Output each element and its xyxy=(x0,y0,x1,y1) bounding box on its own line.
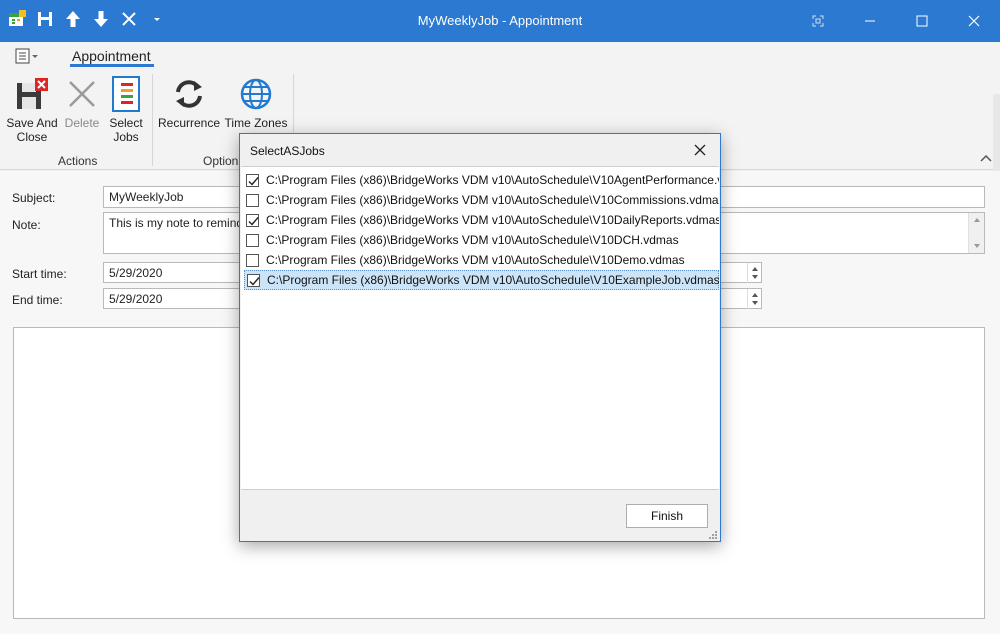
end-time-spinner[interactable] xyxy=(747,289,761,309)
tab-underline xyxy=(70,64,154,67)
fullscreen-icon[interactable] xyxy=(792,0,844,42)
save-close-icon xyxy=(15,76,49,112)
tab-appointment[interactable]: Appointment xyxy=(72,48,151,64)
select-jobs-label: Select Jobs xyxy=(109,116,143,144)
recurrence-label: Recurrence xyxy=(158,116,221,130)
note-label: Note: xyxy=(12,218,41,232)
delete-button[interactable]: Delete xyxy=(62,76,102,130)
start-time-spinner[interactable] xyxy=(747,263,761,283)
job-checkbox[interactable] xyxy=(246,193,259,207)
job-row[interactable]: C:\Program Files (x86)\BridgeWorks VDM v… xyxy=(244,190,719,210)
dialog-title: SelectASJobs xyxy=(250,144,325,158)
job-checkbox[interactable] xyxy=(247,273,260,287)
jobs-checklist[interactable]: C:\Program Files (x86)\BridgeWorks VDM v… xyxy=(241,166,719,490)
finish-button[interactable]: Finish xyxy=(626,504,708,528)
job-path: C:\Program Files (x86)\BridgeWorks VDM v… xyxy=(266,233,679,247)
resize-grip-icon[interactable] xyxy=(708,529,718,539)
actions-group-label: Actions xyxy=(58,154,98,168)
collapse-ribbon-icon[interactable] xyxy=(980,152,992,162)
job-path: C:\Program Files (x86)\BridgeWorks VDM v… xyxy=(266,253,685,267)
subject-label: Subject: xyxy=(12,191,56,205)
time-zones-button[interactable]: Time Zones xyxy=(224,76,288,130)
window-controls xyxy=(792,0,1000,42)
delete-icon xyxy=(65,76,99,112)
job-checkbox[interactable] xyxy=(246,173,259,187)
start-time-label: Start time: xyxy=(12,267,67,281)
close-icon[interactable] xyxy=(948,0,1000,42)
time-zones-label: Time Zones xyxy=(224,116,288,130)
job-checkbox[interactable] xyxy=(246,233,259,247)
job-checkbox[interactable] xyxy=(246,253,259,267)
end-time-label: End time: xyxy=(12,293,63,307)
save-and-close-button[interactable]: Save And Close xyxy=(4,76,60,144)
job-row[interactable]: C:\Program Files (x86)\BridgeWorks VDM v… xyxy=(244,250,719,270)
end-date-input[interactable]: 5/29/2020 xyxy=(103,288,243,309)
dialog-close-icon[interactable] xyxy=(692,142,708,158)
save-and-close-label: Save And Close xyxy=(6,116,58,144)
select-as-jobs-dialog: SelectASJobs C:\Program Files (x86)\Brid… xyxy=(239,133,721,542)
job-row[interactable]: C:\Program Files (x86)\BridgeWorks VDM v… xyxy=(244,230,719,250)
recurrence-icon xyxy=(172,76,206,112)
job-row-selected[interactable]: C:\Program Files (x86)\BridgeWorks VDM v… xyxy=(244,270,719,290)
recurrence-button[interactable]: Recurrence xyxy=(158,76,220,130)
job-path: C:\Program Files (x86)\BridgeWorks VDM v… xyxy=(266,193,719,207)
job-path: C:\Program Files (x86)\BridgeWorks VDM v… xyxy=(267,273,719,287)
maximize-icon[interactable] xyxy=(896,0,948,42)
file-menu-icon[interactable] xyxy=(14,47,40,65)
ribbon-group-separator xyxy=(152,74,153,166)
job-path: C:\Program Files (x86)\BridgeWorks VDM v… xyxy=(266,213,719,227)
note-text: This is my note to remind xyxy=(109,216,244,230)
globe-icon xyxy=(239,76,273,112)
delete-label: Delete xyxy=(64,116,100,130)
minimize-icon[interactable] xyxy=(844,0,896,42)
job-path: C:\Program Files (x86)\BridgeWorks VDM v… xyxy=(266,173,719,187)
note-scrollbar[interactable] xyxy=(968,213,984,253)
select-jobs-button[interactable]: Select Jobs xyxy=(106,76,146,144)
select-jobs-icon xyxy=(109,76,143,112)
title-bar: MyWeeklyJob - Appointment xyxy=(0,0,1000,42)
start-date-input[interactable]: 5/29/2020 xyxy=(103,262,243,283)
job-row[interactable]: C:\Program Files (x86)\BridgeWorks VDM v… xyxy=(244,210,719,230)
job-row[interactable]: C:\Program Files (x86)\BridgeWorks VDM v… xyxy=(244,170,719,190)
job-checkbox[interactable] xyxy=(246,213,259,227)
